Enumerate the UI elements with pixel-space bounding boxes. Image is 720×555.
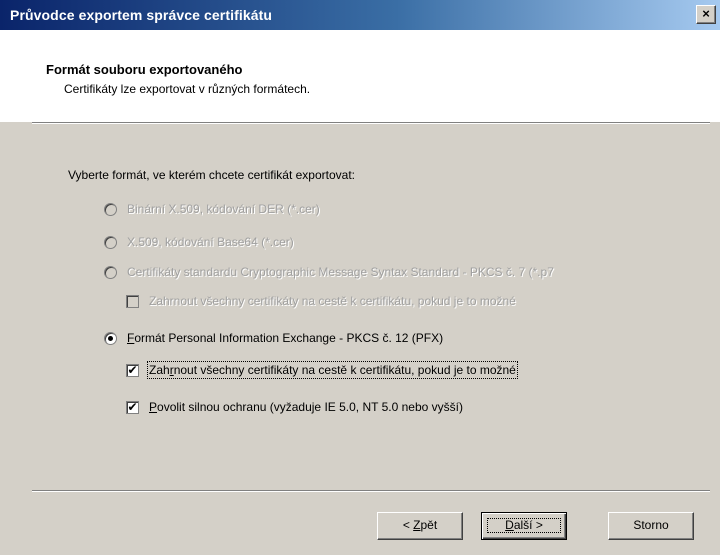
checkbox-pfx-include-chain[interactable]: ✔ Zahrnout všechny certifikáty na cestě … (126, 360, 518, 380)
back-button[interactable]: < Zpět (377, 512, 463, 540)
close-icon[interactable]: × (696, 5, 716, 24)
radio-pfx-label: Formát Personal Information Exchange - P… (127, 331, 443, 345)
radio-pkcs7-button[interactable] (104, 265, 117, 279)
checkbox-pkcs7-include-chain[interactable]: Zahrnout všechny certifikáty na cestě k … (126, 291, 516, 311)
checkbox-pkcs7-include-chain-box[interactable] (126, 294, 139, 308)
next-button-rest: alší > (513, 518, 543, 532)
cancel-button[interactable]: Storno (608, 512, 694, 540)
radio-der-button[interactable] (104, 202, 117, 216)
checkbox-strong-protection-box[interactable]: ✔ (126, 400, 139, 414)
checkbox-pfx-include-chain-rest: nout všechny certifikáty na cestě k cert… (173, 363, 516, 377)
title-bar: Průvodce exportem správce certifikátu × (0, 0, 720, 30)
window-title: Průvodce exportem správce certifikátu (10, 7, 273, 23)
back-button-rest: pět (420, 518, 438, 532)
next-button[interactable]: Další > (481, 512, 567, 540)
page-subtitle: Certifikáty lze exportovat v různých for… (64, 82, 311, 96)
radio-pfx-label-rest: ormát Personal Information Exchange - PK… (134, 331, 444, 345)
header-divider (32, 122, 710, 124)
radio-pkcs7[interactable]: Certifikáty standardu Cryptographic Mess… (104, 262, 554, 282)
radio-base64-label: X.509, kódování Base64 (*.cer) (127, 235, 294, 249)
radio-base64-button[interactable] (104, 235, 117, 249)
radio-pfx[interactable]: Formát Personal Information Exchange - P… (104, 328, 443, 348)
checkbox-pfx-include-chain-pre: Zah (149, 363, 170, 377)
next-button-inner: Další > (482, 513, 566, 538)
wizard-header: Formát souboru exportovaného Certifikáty… (0, 30, 720, 122)
footer-divider (32, 490, 710, 492)
checkbox-strong-protection-label: Povolit silnou ochranu (vyžaduje IE 5.0,… (149, 400, 463, 414)
radio-der-label: Binární X.509, kódování DER (*.cer) (127, 202, 320, 216)
page-title: Formát souboru exportovaného (46, 62, 243, 77)
checkbox-pkcs7-include-chain-label: Zahrnout všechny certifikáty na cestě k … (149, 294, 516, 308)
format-prompt: Vyberte formát, ve kterém chcete certifi… (68, 168, 356, 182)
radio-pfx-button[interactable] (104, 331, 117, 345)
checkbox-strong-protection[interactable]: ✔ Povolit silnou ochranu (vyžaduje IE 5.… (126, 397, 463, 417)
checkbox-pfx-include-chain-box[interactable]: ✔ (126, 363, 139, 377)
radio-base64[interactable]: X.509, kódování Base64 (*.cer) (104, 232, 294, 252)
checkbox-pfx-include-chain-label: Zahrnout všechny certifikáty na cestě k … (147, 361, 518, 379)
radio-der[interactable]: Binární X.509, kódování DER (*.cer) (104, 199, 320, 219)
back-button-prefix: < (402, 518, 414, 532)
checkbox-strong-protection-accel: P (149, 400, 158, 414)
next-button-accel: D (505, 518, 514, 532)
checkbox-strong-protection-rest: ovolit silnou ochranu (vyžaduje IE 5.0, … (157, 400, 463, 414)
back-button-accel: Z (413, 518, 421, 532)
radio-pkcs7-label: Certifikáty standardu Cryptographic Mess… (127, 265, 554, 279)
